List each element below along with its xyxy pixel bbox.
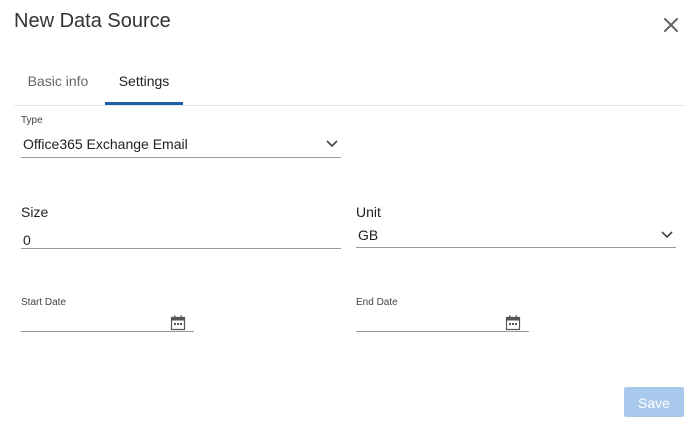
unit-label: Unit bbox=[356, 204, 381, 220]
start-date-input[interactable] bbox=[21, 314, 194, 332]
dialog-title: New Data Source bbox=[14, 10, 171, 32]
type-select-value: Office365 Exchange Email bbox=[23, 136, 188, 152]
unit-select-value: GB bbox=[358, 227, 379, 243]
start-date-label: Start Date bbox=[21, 297, 67, 308]
type-select[interactable]: Office365 Exchange Email bbox=[21, 134, 341, 158]
unit-select[interactable]: GB bbox=[356, 225, 676, 248]
tab-bar: Basic info Settings bbox=[14, 62, 686, 106]
size-label: Size bbox=[21, 204, 49, 220]
close-icon[interactable] bbox=[660, 14, 682, 36]
tab-basic-info[interactable]: Basic info bbox=[14, 62, 102, 103]
chevron-down-icon bbox=[661, 231, 673, 239]
chevron-down-icon bbox=[326, 140, 338, 148]
calendar-icon[interactable] bbox=[505, 315, 521, 331]
end-date-label: End Date bbox=[356, 297, 398, 308]
tab-settings[interactable]: Settings bbox=[105, 62, 183, 105]
size-input-value: 0 bbox=[23, 232, 31, 248]
end-date-input[interactable] bbox=[356, 314, 529, 332]
size-input[interactable]: 0 bbox=[21, 230, 341, 249]
calendar-icon[interactable] bbox=[170, 315, 186, 331]
type-label: Type bbox=[21, 115, 43, 126]
save-button[interactable]: Save bbox=[624, 387, 684, 417]
new-data-source-dialog: New Data Source Basic info Settings Type… bbox=[0, 0, 696, 422]
